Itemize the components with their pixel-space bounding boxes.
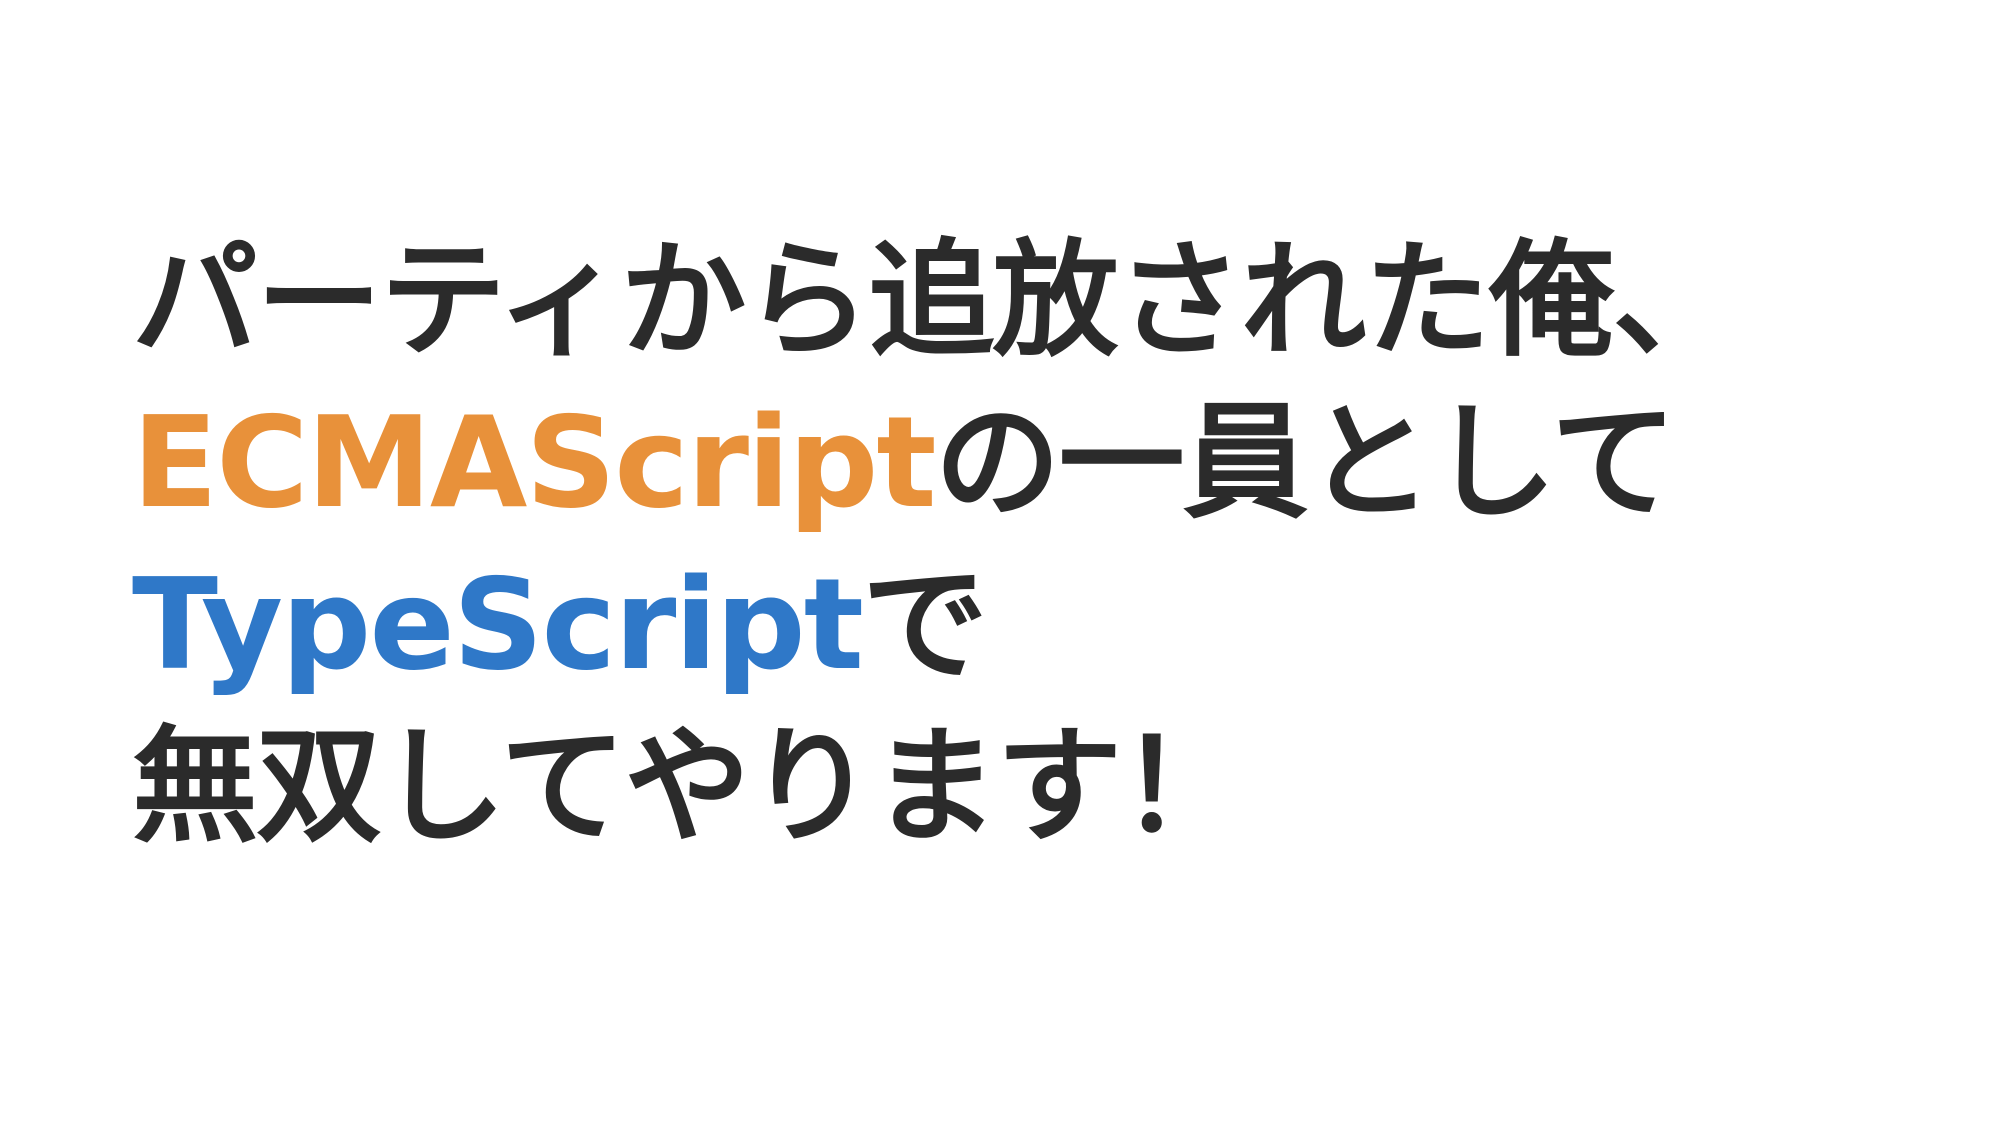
title-line-1-text: パーティから追放された俺、 <box>132 227 1738 374</box>
slide-title: パーティから追放された俺、 ECMAScriptの一員として TypeScrip… <box>132 220 1738 868</box>
title-line-2: ECMAScriptの一員として <box>132 382 1736 544</box>
title-line-2-text: の一員として <box>934 389 1677 536</box>
title-line-4-text: 無双してやります！ <box>132 713 1246 860</box>
title-line-1: パーティから追放された俺、 <box>132 220 1738 382</box>
title-line-3-text: で <box>861 551 988 698</box>
ecmascript-keyword: ECMAScript <box>132 389 937 536</box>
typescript-keyword: TypeScript <box>132 551 864 698</box>
title-slide: パーティから追放された俺、 ECMAScriptの一員として TypeScrip… <box>0 0 2000 1125</box>
title-line-3: TypeScriptで <box>132 544 1736 706</box>
title-line-4: 無双してやります！ <box>132 706 1736 868</box>
